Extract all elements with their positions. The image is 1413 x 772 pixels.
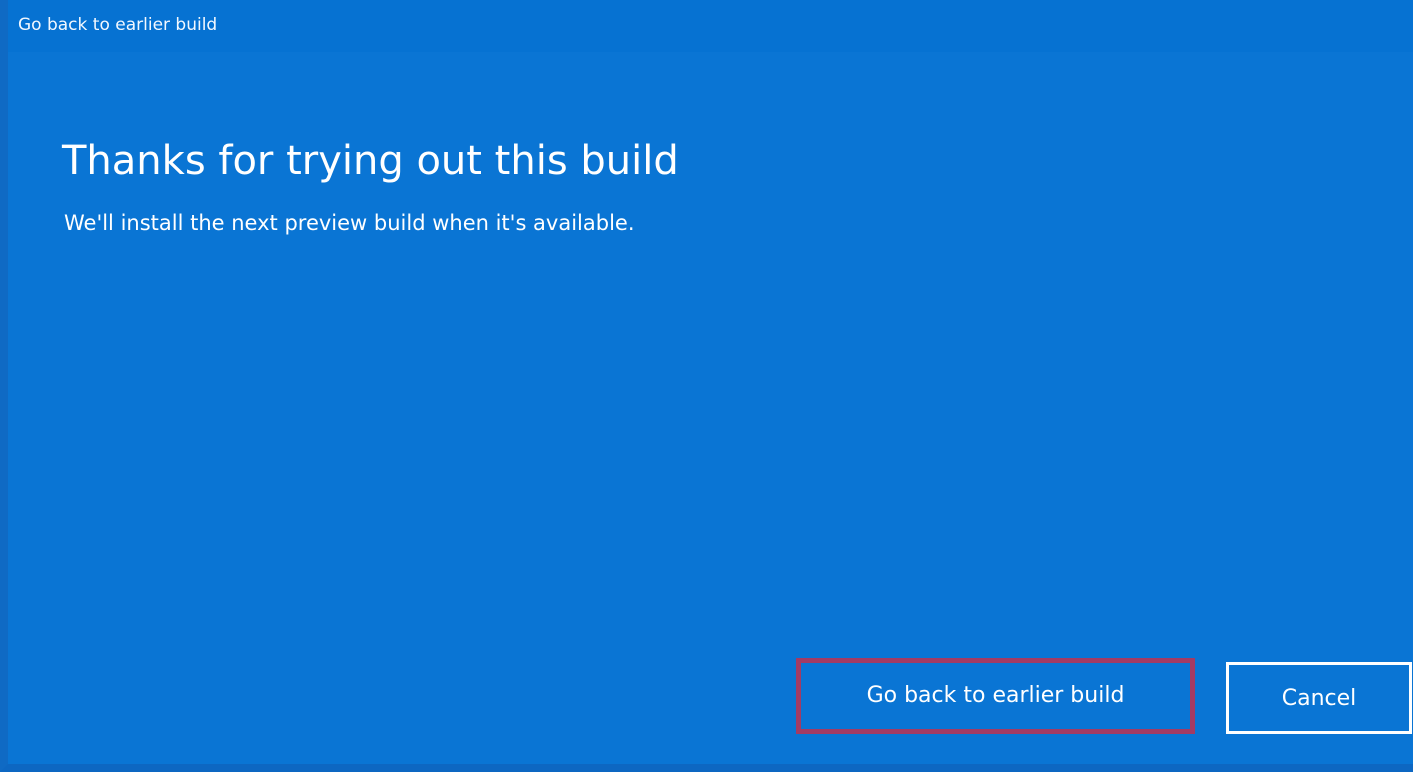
title-bar: Go back to earlier build xyxy=(8,0,1413,52)
window-title: Go back to earlier build xyxy=(18,15,218,35)
dialog-heading: Thanks for trying out this build xyxy=(62,137,679,184)
go-back-button[interactable]: Go back to earlier build xyxy=(796,658,1195,734)
cancel-button[interactable]: Cancel xyxy=(1226,662,1412,734)
go-back-dialog: Go back to earlier build Thanks for tryi… xyxy=(0,0,1413,772)
dialog-message: We'll install the next preview build whe… xyxy=(64,211,635,235)
